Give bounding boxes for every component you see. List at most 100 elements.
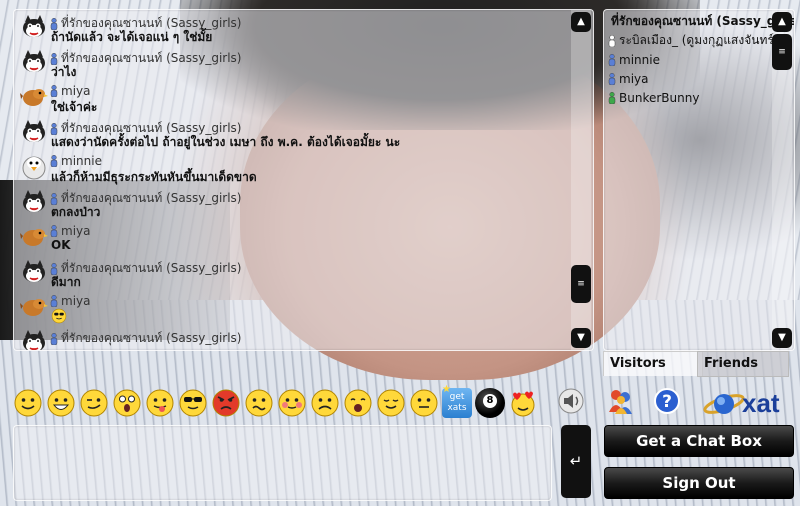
user-status-icon <box>608 53 616 66</box>
chat-message: miya <box>14 290 593 325</box>
tongue-smiley-icon[interactable] <box>145 388 175 418</box>
message-username[interactable]: miya <box>61 84 90 98</box>
cool-smiley-icon[interactable] <box>178 388 208 418</box>
user-name: minnie <box>619 52 660 67</box>
users-group-icon[interactable] <box>606 386 636 416</box>
message-username[interactable]: ที่รักของคุณซานนท์ (Sassy_girls) <box>61 329 241 348</box>
user-name: miya <box>619 71 649 86</box>
bird-avatar-icon <box>20 89 48 106</box>
message-meta: miya <box>50 294 90 308</box>
content-smiley-icon[interactable] <box>376 388 406 418</box>
chat-message: ที่รักของคุณซานนท์ (Sassy_girls) ถ้านัดแล… <box>14 10 593 45</box>
user-status-icon <box>608 72 616 85</box>
message-meta: ที่รักของคุณซานนท์ (Sassy_girls) <box>50 49 241 68</box>
user-status-icon <box>50 332 58 345</box>
sound-icon[interactable] <box>558 388 584 414</box>
bird-avatar-icon <box>20 229 48 246</box>
message-text: OK <box>51 238 71 252</box>
user-name: ระบิลเมือง_ (ดูมงกุฏแสงจันทร์) <box>619 33 779 47</box>
chat-message: ที่รักของคุณซานนท์ (Sassy_girls) ว่าไง <box>14 45 593 80</box>
help-icon[interactable]: ? <box>652 386 682 416</box>
neutral-smiley-icon[interactable] <box>409 388 439 418</box>
scroll-down-button[interactable]: ▼ <box>571 328 591 348</box>
user-status-icon <box>608 34 616 47</box>
user-scroll-down-button[interactable]: ▼ <box>772 328 792 348</box>
chat-message: ที่รักของคุณซานนท์ (Sassy_girls) ดีมาก <box>14 255 593 290</box>
smile-smiley-icon[interactable] <box>13 388 43 418</box>
chat-message: minnie แล้วก็ห้ามมีธุระกระทันหันขึ้นมาเด็… <box>14 150 593 185</box>
send-icon: ↵ <box>569 452 583 470</box>
tab-visitors[interactable]: Visitors <box>603 351 703 376</box>
cat-avatar-icon <box>23 120 45 142</box>
scroll-thumb[interactable]: ≡ <box>571 265 591 303</box>
surprised-smiley-icon[interactable] <box>112 388 142 418</box>
eight-ball-icon[interactable]: 8 <box>475 388 505 418</box>
star-icon: ★ <box>442 384 451 395</box>
message-meta: ที่รักของคุณซานนท์ (Sassy_girls) <box>50 329 241 348</box>
scroll-up-button[interactable]: ▲ <box>571 12 591 32</box>
get-xats-label-1: get <box>449 392 465 402</box>
chat-message: miya ใช่เจ้าค่ะ <box>14 80 593 115</box>
user-list-item[interactable]: miya <box>604 69 794 88</box>
message-username[interactable]: minnie <box>61 154 102 168</box>
chat-message: miya OK <box>14 220 593 255</box>
bird-avatar-icon <box>20 299 48 316</box>
user-status-icon <box>50 225 58 237</box>
penguin-avatar-icon <box>22 156 46 180</box>
user-status-icon <box>50 85 58 97</box>
user-name: ที่รักของคุณซานนท์ (Sassy_girls) <box>611 14 795 28</box>
message-username[interactable]: ที่รักของคุณซานนท์ (Sassy_girls) <box>61 49 241 68</box>
big-grin-smiley-icon[interactable] <box>46 388 76 418</box>
user-list-scrollbar[interactable]: ▲ ≡ ▼ <box>772 10 792 350</box>
eight-ball-number: 8 <box>483 394 497 408</box>
user-list-item[interactable]: ที่รักของคุณซานนท์ (Sassy_girls) <box>604 12 794 31</box>
cat-avatar-icon <box>23 260 45 282</box>
get-xats-button[interactable]: ★ get xats <box>442 384 472 418</box>
chat-scrollbar[interactable]: ▲ ≡ ▼ <box>571 10 591 350</box>
hearts-smiley-icon[interactable] <box>508 388 538 418</box>
user-list-panel: ที่รักของคุณซานนท์ (Sassy_girls) ระบิลเมื… <box>603 9 795 351</box>
message-username[interactable]: miya <box>61 294 90 308</box>
cat-avatar-icon <box>23 330 45 350</box>
user-list-item[interactable]: BunkerBunny <box>604 88 794 107</box>
message-username[interactable]: miya <box>61 224 90 238</box>
xat-logo[interactable]: xat <box>702 386 796 420</box>
user-scroll-up-button[interactable]: ▲ <box>772 12 792 32</box>
sad-smiley-icon[interactable] <box>310 388 340 418</box>
smiley-bar: ★ get xats 8 <box>13 384 538 420</box>
svg-text:?: ? <box>662 392 672 412</box>
cat-avatar-icon <box>23 190 45 212</box>
xat-logo-text: xat <box>742 388 780 418</box>
user-status-icon <box>50 155 58 167</box>
user-scroll-thumb[interactable]: ≡ <box>772 34 792 70</box>
tab-friends[interactable]: Friends <box>697 351 789 377</box>
message-input[interactable] <box>13 425 552 501</box>
confused-smiley-icon[interactable] <box>244 388 274 418</box>
message-list: ที่รักของคุณซานนท์ (Sassy_girls) ถ้านัดแล… <box>14 10 593 350</box>
cat-avatar-icon <box>23 50 45 72</box>
send-button[interactable]: ↵ <box>561 425 591 498</box>
yawn-smiley-icon[interactable] <box>343 388 373 418</box>
get-chat-box-button[interactable]: Get a Chat Box <box>604 425 794 457</box>
chat-message: ที่รักของคุณซานนท์ (Sassy_girls) ตกลงป่าว <box>14 185 593 220</box>
message-username[interactable]: ที่รักของคุณซานนท์ (Sassy_girls) <box>61 259 241 278</box>
user-name: BunkerBunny <box>619 90 700 105</box>
wink-smiley-icon[interactable] <box>79 388 109 418</box>
user-list: ที่รักของคุณซานนท์ (Sassy_girls) ระบิลเมื… <box>604 10 794 107</box>
cat-avatar-icon <box>23 15 45 37</box>
message-meta: miya <box>50 84 90 98</box>
message-meta: minnie <box>50 154 102 168</box>
angry-smiley-icon[interactable] <box>211 388 241 418</box>
user-status-icon <box>50 295 58 307</box>
user-status-icon <box>608 91 616 104</box>
get-xats-label-2: xats <box>447 403 467 413</box>
user-list-item[interactable]: minnie <box>604 50 794 69</box>
user-tabs: Visitors Friends <box>603 351 789 377</box>
message-meta: miya <box>50 224 90 238</box>
sign-out-button[interactable]: Sign Out <box>604 467 794 499</box>
blush-smiley-icon[interactable] <box>277 388 307 418</box>
chat-messages-panel: ที่รักของคุณซานนท์ (Sassy_girls) ถ้านัดแล… <box>13 9 594 351</box>
chat-message: ที่รักของคุณซานนท์ (Sassy_girls) <box>14 325 593 350</box>
user-list-item[interactable]: ระบิลเมือง_ (ดูมงกุฏแสงจันทร์) <box>604 31 794 50</box>
chat-message: ที่รักของคุณซานนท์ (Sassy_girls) แสดงว่าน… <box>14 115 593 150</box>
